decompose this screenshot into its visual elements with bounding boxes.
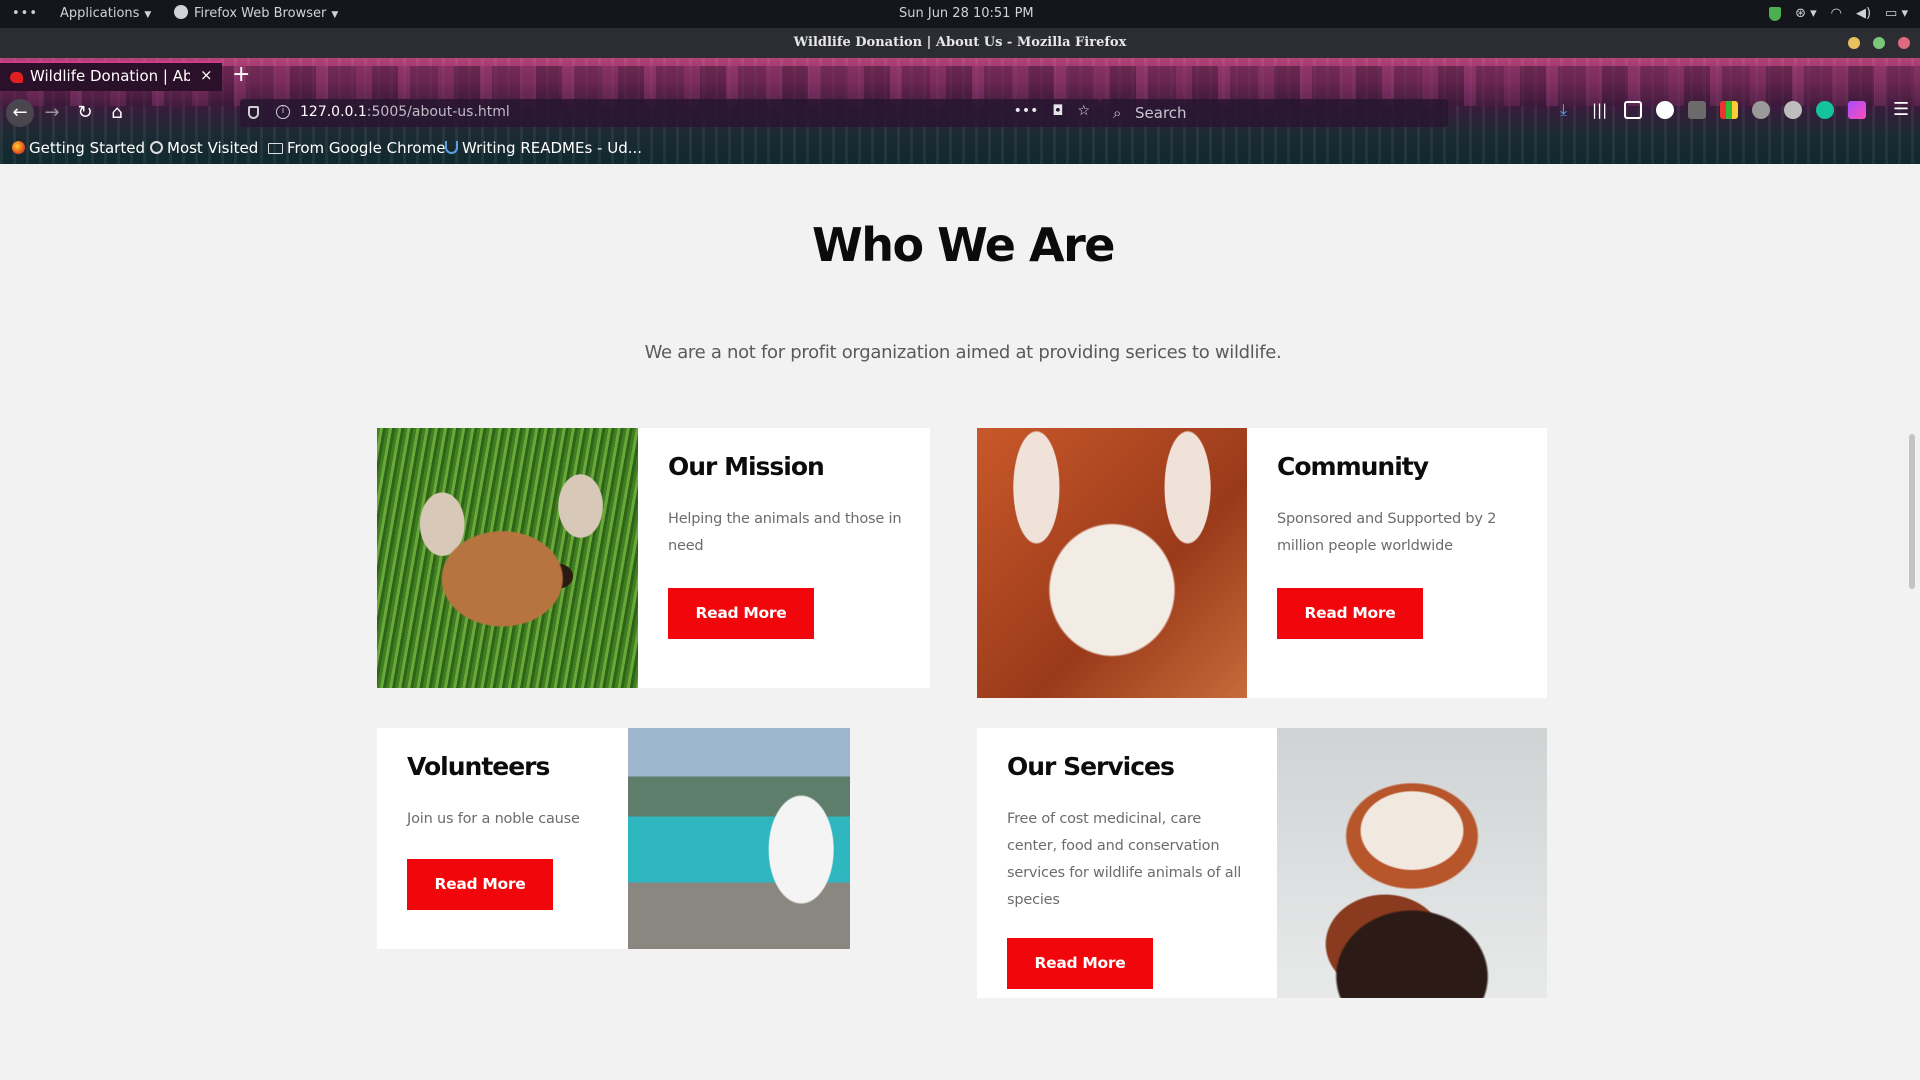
search-icon: ⌕ [1113, 104, 1122, 122]
card-text: Free of cost medicinal, care center, foo… [1007, 811, 1242, 908]
url-host: 127.0.0.1 [300, 104, 367, 120]
read-more-button[interactable]: Read More [407, 859, 553, 910]
activities-dots-icon[interactable]: ••• [12, 0, 37, 28]
fawn-image [377, 428, 638, 688]
url-bar[interactable]: i 127.0.0.1:5005/about-us.html ••• ◘ ☆ [240, 99, 1100, 127]
volume-icon[interactable]: ◀) [1856, 0, 1871, 28]
red-panda-image [1277, 728, 1547, 998]
window-title-bar: Wildlife Donation | About Us - Mozilla F… [0, 28, 1920, 58]
download-icon[interactable]: ⤓ [1560, 101, 1578, 119]
system-top-bar: ••• Applications ▼ Firefox Web Browser ▼ S… [0, 0, 1920, 28]
account-icon[interactable] [1656, 101, 1674, 119]
bookmarks-toolbar: Getting Started Most Visited From Google… [0, 132, 1920, 164]
url-text[interactable]: 127.0.0.1:5005/about-us.html [300, 104, 510, 120]
extension-toolbar: ⤓ ||| [1560, 101, 1866, 119]
page-content: Who We Are We are a not for profit organ… [0, 164, 1906, 1080]
forward-arrow-icon[interactable]: → [38, 99, 66, 127]
home-icon[interactable]: ⌂ [103, 99, 131, 127]
card-title: Our Mission [668, 452, 825, 481]
card-our-services: Our Services Free of cost medicinal, car… [977, 728, 1547, 998]
chevron-down-icon: ▼ [331, 10, 339, 20]
card-our-mission: Our Mission Helping the animals and thos… [377, 428, 930, 688]
search-bar[interactable]: ⌕ Search [1100, 99, 1448, 127]
shield-icon[interactable] [1769, 7, 1782, 21]
heart-favicon-icon [10, 72, 23, 83]
grammarly-icon[interactable] [1816, 101, 1834, 119]
back-arrow-icon[interactable]: ← [6, 99, 34, 127]
page-actions-icon[interactable]: ••• [1014, 103, 1039, 119]
applications-label: Applications [60, 6, 140, 21]
card-title: Community [1277, 452, 1429, 481]
new-tab-button[interactable]: + [232, 61, 250, 89]
folder-icon [268, 143, 283, 154]
accessibility-icon[interactable]: ⊛ ▾ [1795, 0, 1817, 28]
card-text: Join us for a noble cause [407, 811, 580, 827]
fennec-fox-image [977, 428, 1247, 698]
navigation-toolbar: ← → ↻ ⌂ i 127.0.0.1:5005/about-us.html •… [0, 94, 1920, 132]
card-community: Community Sponsored and Supported by 2 m… [977, 428, 1547, 698]
bookmark-star-icon[interactable]: ☆ [1077, 103, 1090, 119]
window-title: Wildlife Donation | About Us - Mozilla F… [793, 35, 1127, 50]
card-volunteers: Volunteers Join us for a noble cause Rea… [377, 728, 850, 949]
intro-text: We are a not for profit organization aim… [644, 342, 1282, 363]
wolf-lake-image [628, 728, 850, 949]
system-tray[interactable]: ⊛ ▾ ◠ ◀) ▭ ▾ [1769, 0, 1908, 28]
bookmark-writing-readmes[interactable]: Writing READMEs - Ud... [445, 139, 642, 157]
reload-icon[interactable]: ↻ [71, 99, 99, 127]
card-text: Sponsored and Supported by 2 million peo… [1277, 511, 1497, 554]
card-title: Our Services [1007, 752, 1175, 781]
url-path: :5005/about-us.html [366, 104, 510, 120]
bookmark-getting-started[interactable]: Getting Started [12, 139, 145, 157]
tab-title: Wildlife Donation | Abo [30, 67, 190, 85]
card-text: Helping the animals and those in need [668, 511, 902, 554]
active-app-menu[interactable]: Firefox Web Browser ▼ [174, 0, 338, 28]
applications-menu[interactable]: Applications ▼ [60, 0, 151, 28]
sidebar-icon[interactable] [1624, 101, 1642, 119]
card-title: Volunteers [407, 752, 550, 781]
site-info-icon[interactable]: i [276, 105, 290, 119]
read-more-button[interactable]: Read More [1277, 588, 1423, 639]
minimize-button[interactable] [1848, 37, 1860, 49]
wifi-icon[interactable]: ◠ [1831, 0, 1842, 28]
maximize-button[interactable] [1873, 37, 1885, 49]
browser-chrome: Wildlife Donation | Abo × + ← → ↻ ⌂ i 12… [0, 58, 1920, 164]
active-app-label: Firefox Web Browser [194, 6, 327, 21]
chevron-down-icon: ▼ [144, 10, 152, 20]
pocket-icon[interactable]: ◘ [1052, 103, 1063, 119]
bookmark-most-visited[interactable]: Most Visited [150, 139, 258, 157]
read-more-button[interactable]: Read More [668, 588, 814, 639]
extension-cloud-icon[interactable] [1784, 101, 1802, 119]
page-heading: Who We Are [812, 218, 1115, 272]
extension-bars-icon[interactable] [1720, 101, 1738, 119]
extension-feather-icon[interactable] [1848, 101, 1866, 119]
firefox-icon [174, 5, 188, 19]
tab-close-icon[interactable]: × [200, 66, 213, 84]
tracking-protection-shield-icon[interactable] [248, 106, 259, 119]
bookmark-from-google-chrome[interactable]: From Google Chrome [268, 139, 445, 157]
read-more-button[interactable]: Read More [1007, 938, 1153, 989]
gear-icon [150, 141, 163, 154]
page-scrollbar[interactable] [1906, 164, 1920, 1080]
firefox-icon [12, 141, 25, 154]
extension-puzzle-icon[interactable] [1688, 101, 1706, 119]
extension-bulb-icon[interactable] [1752, 101, 1770, 119]
search-placeholder: Search [1135, 104, 1187, 122]
browser-tab-active[interactable]: Wildlife Donation | Abo × [0, 61, 222, 91]
battery-icon[interactable]: ▭ ▾ [1885, 0, 1908, 28]
hamburger-menu-icon[interactable]: ☰ [1893, 99, 1909, 120]
udacity-icon [445, 141, 458, 154]
library-icon[interactable]: ||| [1592, 101, 1610, 119]
scrollbar-thumb[interactable] [1909, 434, 1915, 589]
clock[interactable]: Sun Jun 28 10:51 PM [899, 0, 1034, 28]
close-button[interactable] [1898, 37, 1910, 49]
